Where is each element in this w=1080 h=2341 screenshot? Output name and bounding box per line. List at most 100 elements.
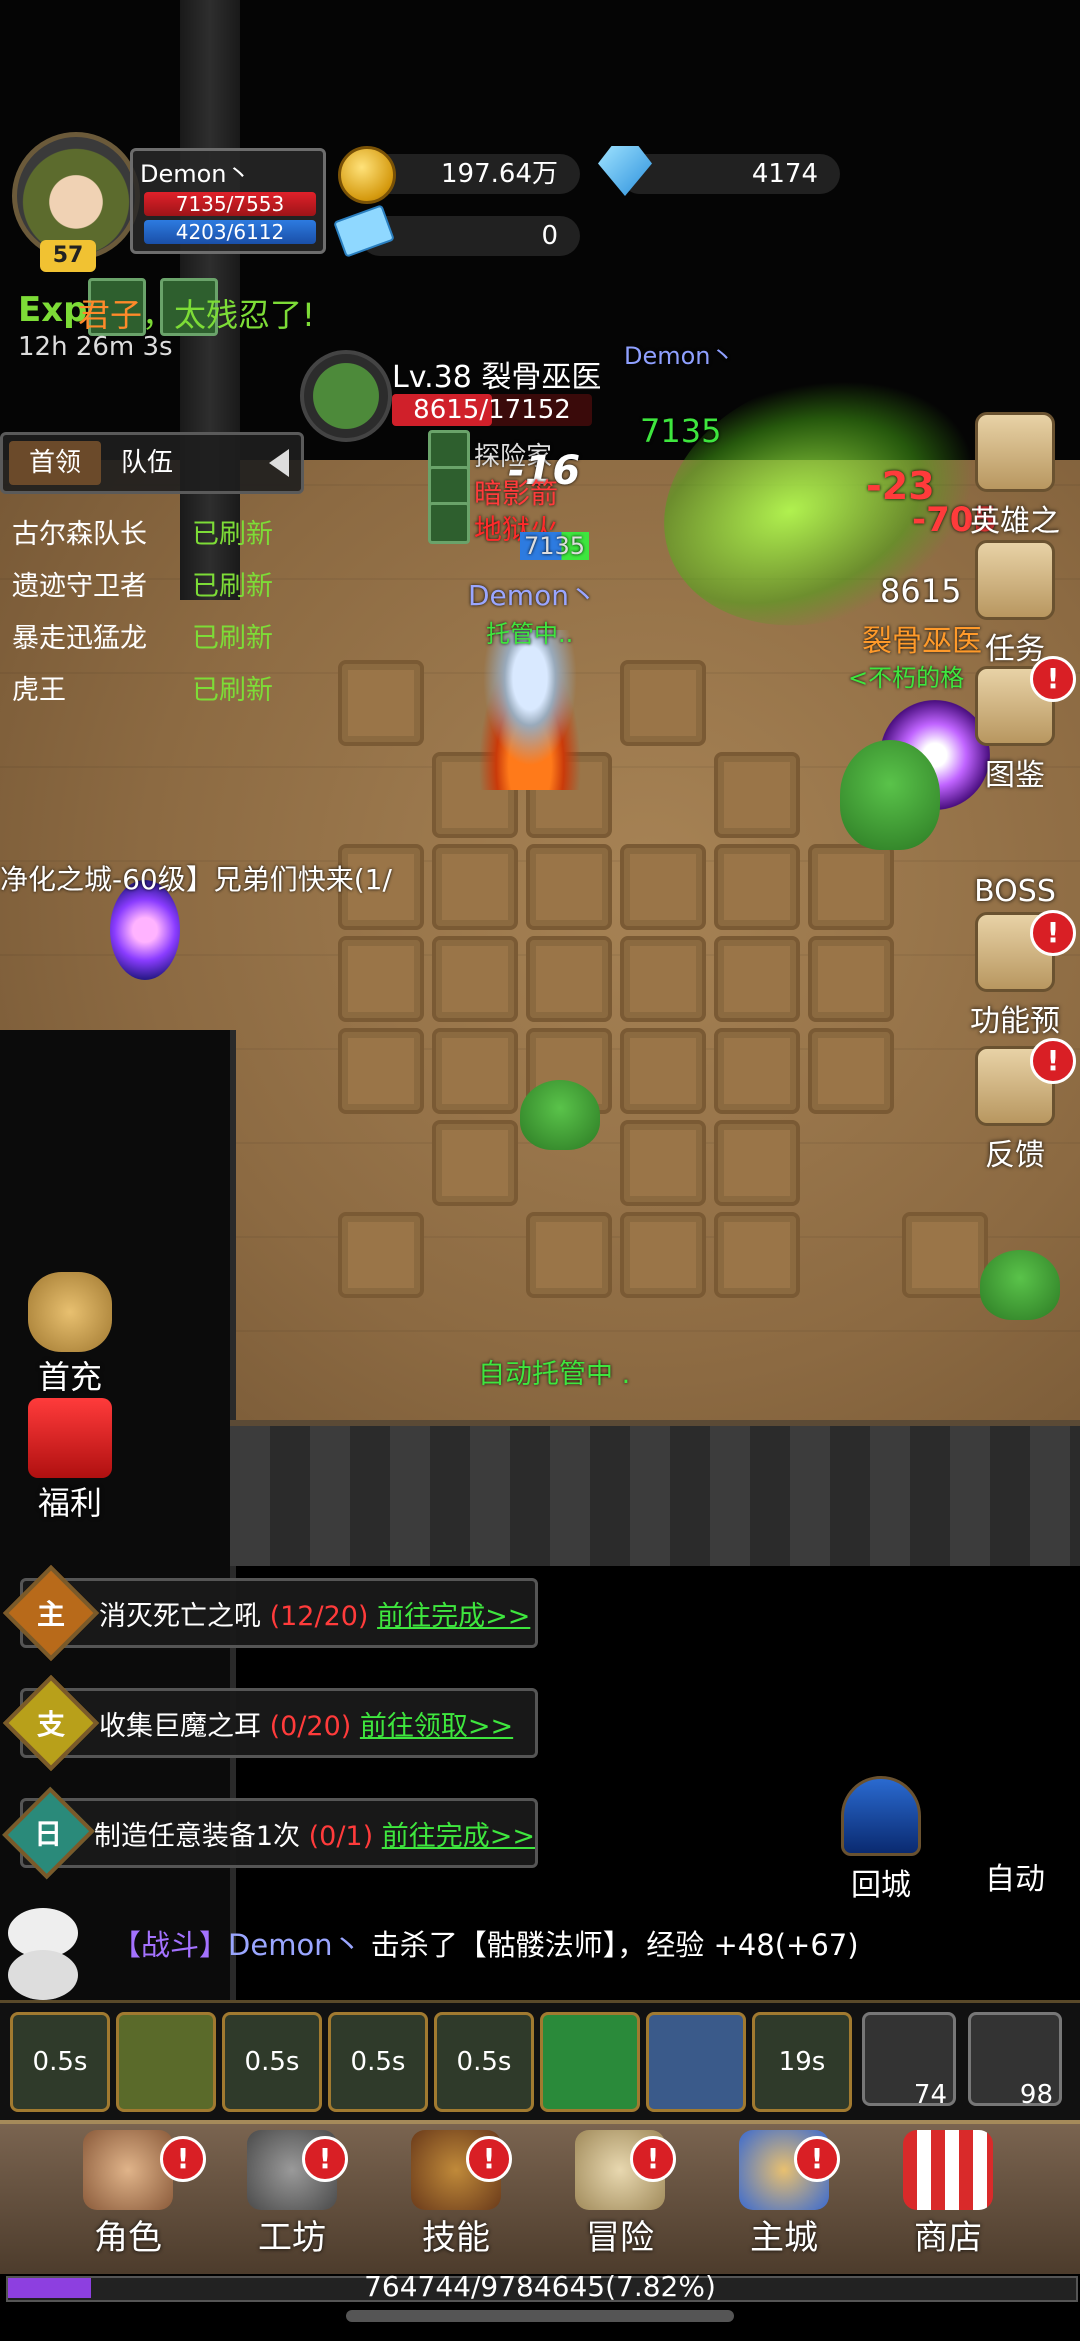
quest-daily[interactable]: 日 制造任意装备1次 (0/1) 前往完成>> <box>2 1786 538 1880</box>
quest-main[interactable]: 主 消灭死亡之吼 (12/20) 前往完成>> <box>2 1564 538 1662</box>
floor-tile <box>432 844 518 930</box>
floor-tile <box>620 936 706 1022</box>
skill-slot[interactable] <box>646 2012 746 2112</box>
floor-tile <box>620 1212 706 1298</box>
boss-name: 暴走迅猛龙 <box>12 623 147 654</box>
player-character <box>470 630 590 790</box>
boss-target-avatar[interactable] <box>300 350 392 442</box>
boss-list-item[interactable]: 虎王 已刷新 <box>12 668 282 707</box>
potion-slot[interactable]: 74 <box>862 2012 956 2110</box>
return-city-button[interactable]: 回城 <box>826 1776 936 1904</box>
floor-tile <box>714 752 800 838</box>
auto-mode-text: 自动托管中 . <box>478 1359 631 1390</box>
skill-slot[interactable]: 0.5s <box>434 2012 534 2112</box>
quest-action[interactable]: 前往完成>> <box>382 1821 535 1852</box>
skill-slot[interactable] <box>540 2012 640 2112</box>
nav-main-city-label: 主城 <box>750 2218 818 2258</box>
quest-text: 制造任意装备1次 (0/1) 前往完成>> <box>94 1814 535 1853</box>
nav-skills-label: 技能 <box>422 2218 490 2258</box>
crossed-swords-icon <box>978 1776 1052 1850</box>
player-hp-bar: 7135/7553 <box>144 192 316 216</box>
alert-badge: ! <box>1030 1038 1076 1084</box>
floor-tile <box>526 936 612 1022</box>
floor-tile <box>808 844 894 930</box>
buff-icon <box>428 502 470 544</box>
skill-slot[interactable]: 0.5s <box>222 2012 322 2112</box>
tab-boss[interactable]: 首领 <box>9 441 102 485</box>
floor-tile <box>526 1212 612 1298</box>
buff-timer: 12h 26m 3s <box>18 332 173 362</box>
boss-icon <box>978 796 1052 870</box>
boss-list-item[interactable]: 古尔森队长 已刷新 <box>12 512 282 551</box>
floor-tile <box>714 936 800 1022</box>
first-charge-button[interactable]: 首充 <box>20 1272 120 1398</box>
skill-slot[interactable]: 0.5s <box>10 2012 110 2112</box>
buff-label: 暗影箭 <box>474 477 559 510</box>
quest-badge-label: 支 <box>36 1707 66 1741</box>
return-city-label: 回城 <box>851 1868 911 1903</box>
welfare-button[interactable]: 福利 <box>20 1398 120 1524</box>
skill-slot[interactable] <box>116 2012 216 2112</box>
system-broadcast: 净化之城-60级】兄弟们快来(1/ <box>0 863 392 896</box>
enemy-title: <不朽的格 <box>848 664 965 692</box>
boss-team-tabs: 首领 队伍 <box>0 432 304 494</box>
first-charge-label: 首充 <box>37 1358 102 1396</box>
floor-tile <box>620 1120 706 1206</box>
floor-tile <box>432 1120 518 1206</box>
boss-status: 已刷新 <box>192 675 273 706</box>
quest-name: 制造任意装备1次 <box>93 1820 301 1852</box>
quest-name: 消灭死亡之吼 <box>99 1600 261 1632</box>
quest-side[interactable]: 支 收集巨魔之耳 (0/20) 前往领取>> <box>2 1674 538 1772</box>
quest-action[interactable]: 前往领取>> <box>360 1711 513 1742</box>
floor-tile <box>620 1028 706 1114</box>
floor-tile <box>338 936 424 1022</box>
potion-slot[interactable]: 98 <box>968 2012 1062 2110</box>
boss-label: BOSS <box>974 874 1056 909</box>
boss-status: 已刷新 <box>192 571 273 602</box>
quest-name: 收集巨魔之耳 <box>99 1710 261 1742</box>
floor-tile <box>714 1028 800 1114</box>
boss-enemy[interactable] <box>840 740 940 850</box>
boss-list-item[interactable]: 暴走迅猛龙 已刷新 <box>12 616 282 655</box>
floor-tile <box>714 1120 800 1206</box>
boss-list-item[interactable]: 遗迹守卫者 已刷新 <box>12 564 282 603</box>
boss-name: 古尔森队长 <box>12 519 147 550</box>
task-button[interactable]: 任务 <box>960 540 1070 668</box>
boss-name: 遗迹守卫者 <box>12 571 147 602</box>
scroll-icon <box>975 540 1055 620</box>
chat-bubble-icon[interactable] <box>8 1950 78 2000</box>
player-level-badge: 57 <box>40 240 96 272</box>
skill-slot[interactable]: 19s <box>752 2012 852 2112</box>
nav-character-label: 角色 <box>94 2218 162 2258</box>
alert-badge: ! <box>466 2136 512 2182</box>
skill-slot[interactable]: 0.5s <box>328 2012 428 2112</box>
nav-adventure-label: 冒险 <box>586 2218 654 2258</box>
collapse-arrow-icon[interactable] <box>269 449 289 477</box>
chat-tag: 【战斗】 <box>112 1928 229 1962</box>
floor-tile <box>338 660 424 746</box>
ally-value: 7135 <box>640 412 722 450</box>
taunt-text: 君子，太残忍了! <box>78 290 315 336</box>
character-icon <box>83 2130 173 2210</box>
quest-badge-label: 主 <box>36 1597 66 1631</box>
gem-counter: 4174 <box>620 154 840 194</box>
goblin-enemy[interactable] <box>980 1250 1060 1320</box>
tab-team[interactable]: 队伍 <box>101 441 193 485</box>
dungeon-left-wall <box>0 1030 236 2030</box>
floor-tile <box>808 936 894 1022</box>
quest-action[interactable]: 前往完成>> <box>377 1601 530 1632</box>
alert-badge: ! <box>1030 910 1076 956</box>
boss-target-title: Lv.38 裂骨巫医 <box>392 360 602 395</box>
nav-shop[interactable]: 商店 <box>878 2130 1018 2259</box>
alert-badge: ! <box>160 2136 206 2182</box>
quest-progress: (0/1) <box>308 1820 374 1852</box>
enemy-hp: 8615 <box>880 572 962 610</box>
goblin-enemy[interactable] <box>520 1080 600 1150</box>
floor-tile <box>620 844 706 930</box>
quest-progress: (12/20) <box>269 1600 369 1632</box>
dungeon-bottom-wall <box>230 1420 1080 1566</box>
home-indicator[interactable] <box>346 2310 734 2322</box>
alert-badge: ! <box>630 2136 676 2182</box>
auto-button[interactable]: 自动 <box>960 1776 1070 1898</box>
boss-button[interactable]: BOSS <box>960 796 1070 909</box>
